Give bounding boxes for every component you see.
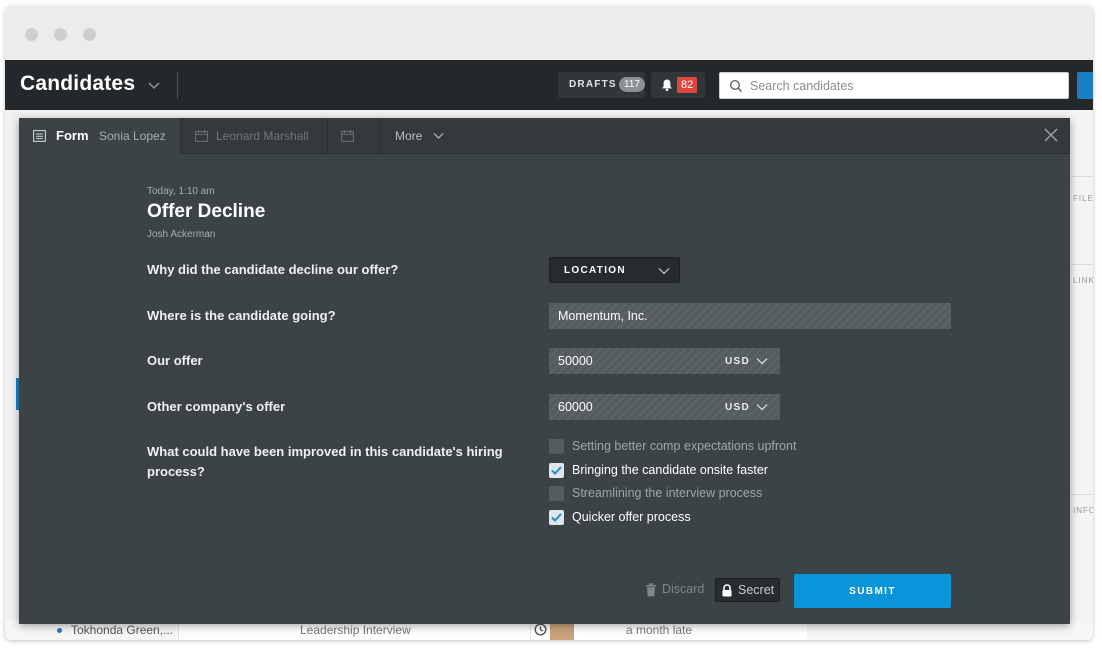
other-offer-currency[interactable]: USD xyxy=(725,402,750,413)
status-dot-icon xyxy=(57,628,62,633)
trash-icon xyxy=(646,583,656,597)
chevron-down-icon[interactable] xyxy=(756,402,768,412)
window-titlebar xyxy=(5,6,1093,60)
calendar-icon xyxy=(195,130,208,142)
notifications-count-badge: 82 xyxy=(677,77,698,93)
header-divider xyxy=(177,72,178,99)
window-zoom-dot[interactable] xyxy=(83,28,96,41)
calendar-icon xyxy=(341,130,354,142)
improvement-option-label: Bringing the candidate onsite faster xyxy=(572,463,768,477)
browser-window: Candidates DRAFTS 117 82 FILE LINK INFO … xyxy=(5,6,1093,640)
app-title[interactable]: Candidates xyxy=(20,72,135,96)
user-menu-button[interactable] xyxy=(1077,72,1093,99)
window-close-dot[interactable] xyxy=(25,28,38,41)
modal-tab-bar: Form Sonia Lopez Leonard Marshall More xyxy=(19,118,1070,154)
question-other-offer: Other company's offer xyxy=(147,399,286,414)
bell-icon xyxy=(662,79,672,92)
search-icon xyxy=(729,79,743,93)
decline-reason-value: LOCATION xyxy=(564,265,626,276)
question-decline-reason: Why did the candidate decline our offer? xyxy=(147,262,399,277)
question-destination: Where is the candidate going? xyxy=(147,308,336,323)
checkbox-checked[interactable] xyxy=(549,463,564,478)
chevron-down-icon[interactable] xyxy=(147,78,161,92)
background-link-label: LINK xyxy=(1073,276,1093,285)
form-timestamp: Today, 1:10 am xyxy=(147,186,215,197)
tab-leonard-marshall[interactable]: Leonard Marshall xyxy=(181,118,328,154)
background-divider xyxy=(1071,494,1093,495)
notifications-button[interactable]: 82 xyxy=(651,72,705,98)
chevron-down-icon[interactable] xyxy=(756,356,768,366)
question-our-offer: Our offer xyxy=(147,353,203,368)
clock-icon xyxy=(534,623,547,636)
more-tabs-button[interactable]: More xyxy=(395,129,444,143)
other-offer-field[interactable]: 60000 USD xyxy=(549,394,780,420)
checkbox-unchecked[interactable] xyxy=(549,439,564,454)
tab-form[interactable]: Form Sonia Lopez xyxy=(19,118,181,154)
improvement-option-label: Streamlining the interview process xyxy=(572,486,763,500)
tab-form-title: Form xyxy=(56,128,89,143)
decline-reason-select[interactable]: LOCATION xyxy=(549,257,680,283)
question-improvements: What could have been improved in this ca… xyxy=(147,442,503,482)
improvement-option-label: Setting better comp expectations upfront xyxy=(572,439,797,453)
form-icon xyxy=(33,130,46,142)
discard-label: Discard xyxy=(662,582,705,596)
app-header: Candidates DRAFTS 117 82 xyxy=(5,60,1093,110)
our-offer-field[interactable]: 50000 USD xyxy=(549,348,780,374)
search-input[interactable] xyxy=(750,76,1060,96)
search-box[interactable] xyxy=(719,72,1069,99)
chevron-down-icon xyxy=(433,133,444,139)
drafts-button[interactable]: DRAFTS 117 xyxy=(558,72,645,98)
background-stage-text: Leadership Interview xyxy=(300,623,411,637)
chevron-down-icon xyxy=(658,268,670,275)
background-divider xyxy=(1071,264,1093,265)
checkbox-checked[interactable] xyxy=(549,510,564,525)
tab-leonard-marshall-label: Leonard Marshall xyxy=(216,129,309,143)
window-minimize-dot[interactable] xyxy=(54,28,67,41)
our-offer-currency[interactable]: USD xyxy=(725,356,750,367)
background-status-text: a month late xyxy=(626,623,693,637)
submit-button[interactable]: SUBMIT xyxy=(794,574,951,608)
secret-label: Secret xyxy=(738,583,775,597)
offer-decline-modal: Form Sonia Lopez Leonard Marshall More T… xyxy=(19,118,1070,624)
question-improvements-line2: process? xyxy=(147,464,205,479)
lock-icon xyxy=(722,584,732,597)
drafts-count-badge: 117 xyxy=(619,77,645,92)
improvement-option-label: Quicker offer process xyxy=(572,510,691,524)
form-title: Offer Decline xyxy=(147,201,266,222)
form-author: Josh Ackerman xyxy=(147,229,216,240)
close-icon[interactable] xyxy=(1042,126,1060,144)
background-right-column xyxy=(1070,110,1093,640)
question-improvements-line1: What could have been improved in this ca… xyxy=(147,444,503,459)
checkbox-unchecked[interactable] xyxy=(549,486,564,501)
secret-toggle[interactable]: Secret xyxy=(715,578,780,602)
background-divider xyxy=(1071,176,1093,177)
background-left-column xyxy=(5,110,19,640)
other-offer-value: 60000 xyxy=(558,400,593,414)
tab-form-subtitle: Sonia Lopez xyxy=(99,129,166,143)
background-file-label: FILE xyxy=(1073,194,1093,203)
drafts-label: DRAFTS xyxy=(569,79,617,90)
background-candidate-name[interactable]: Tokhonda Green,... xyxy=(71,623,173,637)
our-offer-value: 50000 xyxy=(558,354,593,368)
background-info-label: INFO xyxy=(1073,506,1093,515)
more-label: More xyxy=(395,129,423,143)
tab-third[interactable] xyxy=(328,118,381,154)
destination-field[interactable]: Momentum, Inc. xyxy=(549,303,951,329)
checkmark-icon xyxy=(551,513,562,522)
checkmark-icon xyxy=(551,466,562,475)
